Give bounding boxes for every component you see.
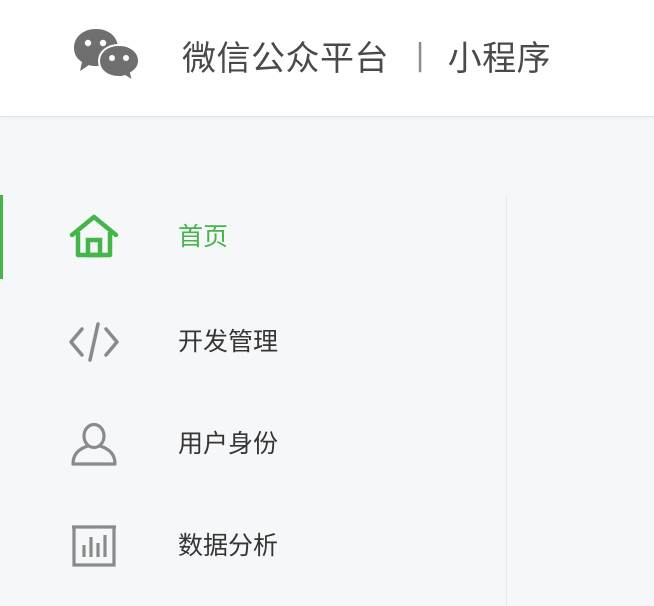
top-header: 微信公众平台 | 小程序	[0, 0, 654, 117]
sidebar-divider	[506, 196, 507, 606]
sidebar-item-home[interactable]: 首页	[0, 195, 506, 279]
user-icon	[68, 421, 120, 467]
platform-brand: 微信公众平台 | 小程序	[182, 30, 551, 80]
sidebar-nav: 首页 开发管理 用户身份 数据分析	[0, 117, 506, 606]
platform-subtitle: 小程序	[447, 38, 552, 79]
sidebar-item-dev-management[interactable]: 开发管理	[0, 300, 506, 384]
sidebar-item-label: 首页	[178, 222, 229, 251]
title-separator: |	[415, 37, 426, 73]
sidebar-item-user-identity[interactable]: 用户身份	[0, 402, 506, 486]
code-icon	[68, 319, 120, 365]
active-indicator	[0, 195, 3, 279]
home-icon	[68, 214, 120, 260]
sidebar-item-data-analysis[interactable]: 数据分析	[0, 504, 506, 588]
sidebar-item-label: 数据分析	[178, 531, 279, 560]
bar-chart-icon	[68, 523, 120, 569]
wechat-logo-icon[interactable]	[72, 26, 142, 84]
platform-title: 微信公众平台	[182, 38, 389, 79]
sidebar-item-label: 开发管理	[178, 327, 279, 356]
sidebar-item-label: 用户身份	[178, 429, 279, 458]
